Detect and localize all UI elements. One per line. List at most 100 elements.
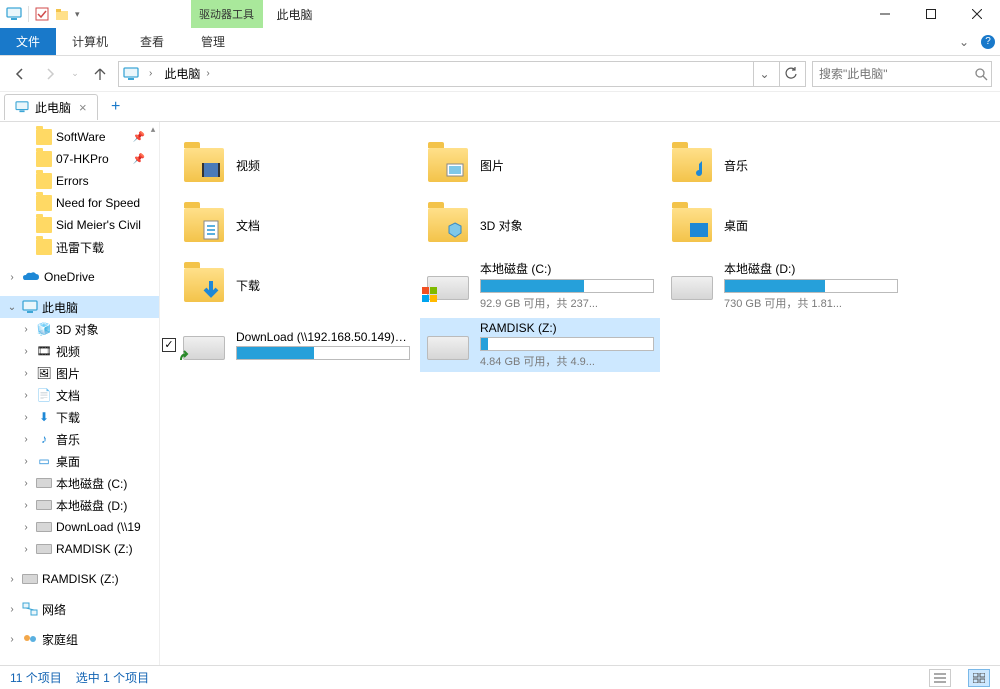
sidebar-pc-child[interactable]: › 本地磁盘 (D:) xyxy=(0,494,159,516)
sidebar-quick-item[interactable]: 迅雷下载 xyxy=(0,236,159,258)
search-input[interactable] xyxy=(819,67,974,81)
ribbon-expand-button[interactable]: ⌄ xyxy=(952,28,976,55)
sidebar-ramdisk[interactable]: ›RAMDISK (Z:) xyxy=(0,568,159,590)
refresh-button[interactable] xyxy=(779,62,801,86)
address-bar[interactable]: › 此电脑› ⌄ xyxy=(118,61,806,87)
expander-icon[interactable]: › xyxy=(20,412,32,423)
sidebar-item-label: SoftWare xyxy=(56,130,106,144)
expander-icon[interactable]: › xyxy=(20,368,32,379)
drive-item[interactable]: 本地磁盘 (C:)92.9 GB 可用，共 237... xyxy=(420,258,660,312)
desktop-icon: ▭ xyxy=(36,453,52,469)
sidebar-item-label: 本地磁盘 (D:) xyxy=(56,497,127,514)
navigation-bar: ⌄ › 此电脑› ⌄ xyxy=(0,56,1000,92)
sidebar-item-label: 音乐 xyxy=(56,431,80,448)
expander-icon[interactable]: › xyxy=(6,272,18,283)
expander-icon[interactable]: › xyxy=(20,390,32,401)
expander-icon[interactable]: › xyxy=(20,346,32,357)
contextual-tab-header: 驱动器工具 xyxy=(191,0,263,28)
forward-button[interactable] xyxy=(38,62,62,86)
drive-icon xyxy=(427,276,469,300)
sidebar-pc-child[interactable]: ›📄文档 xyxy=(0,384,159,406)
sidebar-onedrive[interactable]: ›OneDrive xyxy=(0,266,159,288)
drive-item[interactable]: ✓DownLoad (\\192.168.50.149) (Y:) xyxy=(176,318,416,372)
ribbon-tab-view[interactable]: 查看 xyxy=(124,28,180,55)
folder-icon xyxy=(36,129,52,145)
view-details-button[interactable] xyxy=(929,669,951,687)
breadcrumb-item[interactable]: 此电脑› xyxy=(160,65,213,82)
up-button[interactable] xyxy=(88,62,112,86)
minimize-button[interactable] xyxy=(862,0,908,28)
sidebar-pc-child[interactable]: ›DownLoad (\\19 xyxy=(0,516,159,538)
view-tiles-button[interactable] xyxy=(968,669,990,687)
expander-icon[interactable]: › xyxy=(6,634,18,645)
drive-item[interactable]: 本地磁盘 (D:)730 GB 可用，共 1.81... xyxy=(664,258,904,312)
checkbox-icon[interactable]: ✓ xyxy=(162,338,176,352)
3d-icon: 🧊 xyxy=(36,321,52,337)
document-tab[interactable]: 此电脑 × xyxy=(4,94,98,120)
sidebar-item-label: 网络 xyxy=(42,601,66,618)
address-dropdown-button[interactable]: ⌄ xyxy=(753,62,775,86)
sidebar-pc-child[interactable]: ›🧊3D 对象 xyxy=(0,318,159,340)
scroll-up-button[interactable]: ▴ xyxy=(147,122,159,136)
sidebar-homegroup[interactable]: ›家庭组 xyxy=(0,628,159,650)
sidebar-this-pc[interactable]: ⌄ 此电脑 xyxy=(0,296,159,318)
sidebar-quick-item[interactable]: 07-HKPro📌 xyxy=(0,148,159,170)
sidebar-quick-item[interactable]: Need for Speed xyxy=(0,192,159,214)
ribbon-tab-manage[interactable]: 管理 xyxy=(185,28,241,55)
back-button[interactable] xyxy=(8,62,32,86)
sidebar-network[interactable]: › 网络 xyxy=(0,598,159,620)
expander-icon[interactable]: › xyxy=(6,604,18,615)
content-pane[interactable]: 视频图片音乐文档3D 对象桌面下载本地磁盘 (C:)92.9 GB 可用，共 2… xyxy=(160,122,1000,665)
drive-icon xyxy=(36,544,52,554)
expander-icon[interactable]: › xyxy=(20,522,32,533)
sidebar-pc-child[interactable]: ›♪音乐 xyxy=(0,428,159,450)
expander-icon[interactable]: › xyxy=(20,434,32,445)
title-bar: ▾ 驱动器工具 此电脑 xyxy=(0,0,1000,28)
sidebar-quick-item[interactable]: Sid Meier's Civil xyxy=(0,214,159,236)
drive-item[interactable]: RAMDISK (Z:)4.84 GB 可用，共 4.9... xyxy=(420,318,660,372)
drive-icon xyxy=(36,522,52,532)
sidebar-quick-item[interactable]: SoftWare📌 xyxy=(0,126,159,148)
item-name: RAMDISK (Z:) xyxy=(480,321,654,335)
sidebar-item-label: 本地磁盘 (C:) xyxy=(56,475,127,492)
qat-properties-icon[interactable] xyxy=(35,7,49,21)
ribbon-tab-computer[interactable]: 计算机 xyxy=(56,28,124,55)
folder-item[interactable]: 图片 xyxy=(420,138,660,192)
maximize-button[interactable] xyxy=(908,0,954,28)
recent-dropdown[interactable]: ⌄ xyxy=(68,62,82,86)
folder-item[interactable]: 视频 xyxy=(176,138,416,192)
breadcrumb-root[interactable]: › xyxy=(143,68,156,79)
drive-icon xyxy=(427,336,469,360)
sidebar-pc-child[interactable]: ›▭桌面 xyxy=(0,450,159,472)
folder-item[interactable]: 3D 对象 xyxy=(420,198,660,252)
sidebar-pc-child[interactable]: ›🖼图片 xyxy=(0,362,159,384)
network-badge-icon xyxy=(178,347,194,363)
search-icon[interactable] xyxy=(974,67,988,81)
file-tab[interactable]: 文件 xyxy=(0,28,56,55)
expander-icon[interactable]: › xyxy=(20,478,32,489)
expander-icon[interactable]: › xyxy=(20,544,32,555)
close-tab-icon[interactable]: × xyxy=(79,100,87,115)
expander-icon[interactable]: › xyxy=(20,324,32,335)
qat-newfolder-icon[interactable] xyxy=(55,7,69,21)
folder-item[interactable]: 音乐 xyxy=(664,138,904,192)
expander-icon[interactable]: ⌄ xyxy=(6,302,18,313)
sidebar-item-label: 此电脑 xyxy=(42,299,78,316)
folder-item[interactable]: 文档 xyxy=(176,198,416,252)
search-box[interactable] xyxy=(812,61,992,87)
expander-icon[interactable]: › xyxy=(20,456,32,467)
folder-item[interactable]: 桌面 xyxy=(664,198,904,252)
sidebar-quick-item[interactable]: Errors xyxy=(0,170,159,192)
sidebar-pc-child[interactable]: ›RAMDISK (Z:) xyxy=(0,538,159,560)
expander-icon[interactable]: › xyxy=(6,574,18,585)
help-button[interactable]: ? xyxy=(976,28,1000,55)
qat-dropdown-icon[interactable]: ▾ xyxy=(75,9,80,20)
folder-icon xyxy=(36,217,52,233)
sidebar-pc-child[interactable]: ›⬇下载 xyxy=(0,406,159,428)
folder-item[interactable]: 下载 xyxy=(176,258,416,312)
sidebar-pc-child[interactable]: › 本地磁盘 (C:) xyxy=(0,472,159,494)
sidebar-pc-child[interactable]: ›🎞视频 xyxy=(0,340,159,362)
add-tab-button[interactable]: + xyxy=(104,95,128,119)
expander-icon[interactable]: › xyxy=(20,500,32,511)
close-button[interactable] xyxy=(954,0,1000,28)
